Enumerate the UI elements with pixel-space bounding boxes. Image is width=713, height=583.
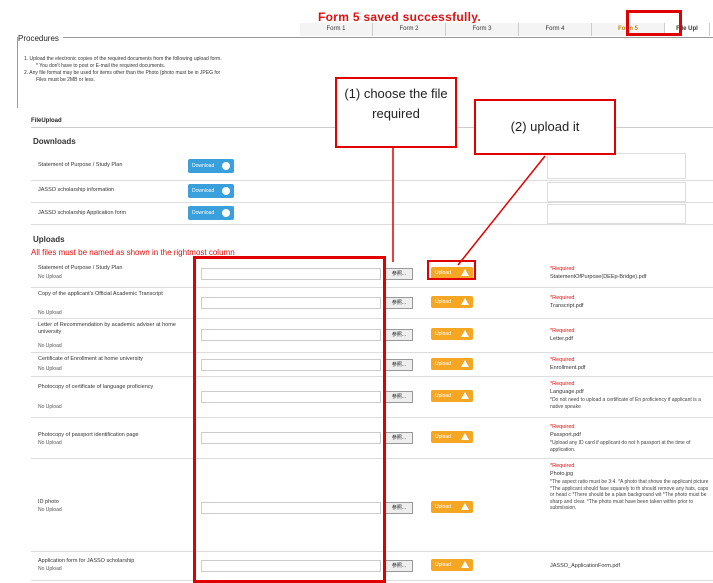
callout-line-upload bbox=[457, 155, 546, 266]
callout-choose-file: (1) choose the file required bbox=[335, 77, 457, 148]
callout-upload-it: (2) upload it bbox=[474, 99, 616, 155]
